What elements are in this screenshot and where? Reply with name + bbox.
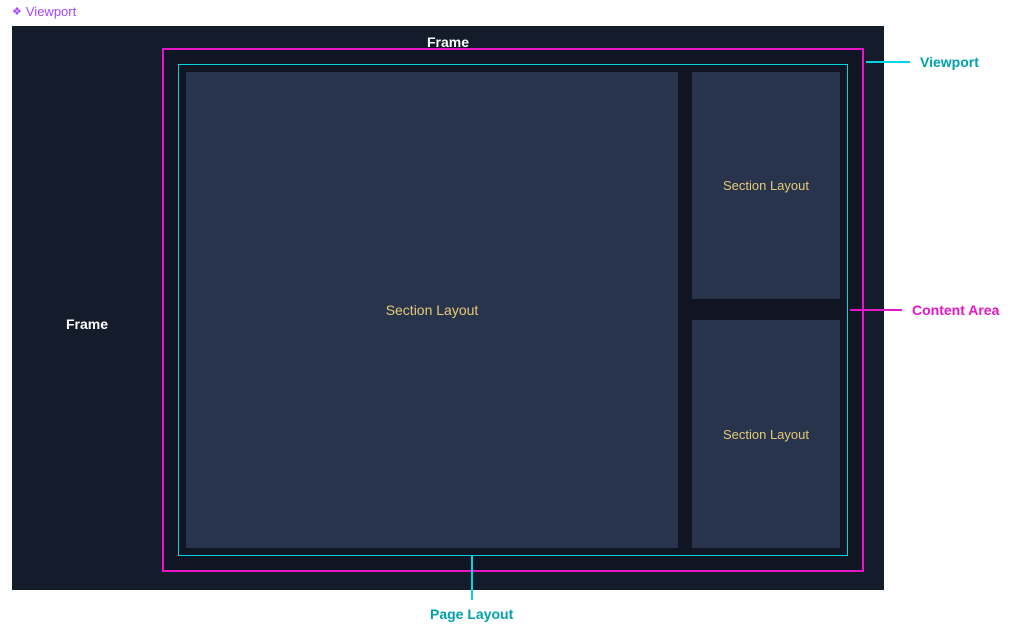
viewport-callout-label: Viewport xyxy=(920,54,979,70)
section-right2-label: Section Layout xyxy=(723,427,809,442)
content-area-callout-label: Content Area xyxy=(912,302,999,318)
page-layout-callout-label: Page Layout xyxy=(430,606,513,622)
section-right1-label: Section Layout xyxy=(723,178,809,193)
frame-left-label: Frame xyxy=(12,58,162,590)
section-main-label: Section Layout xyxy=(386,302,479,318)
diamond-icon: ❖ xyxy=(12,5,22,18)
callout-line xyxy=(850,309,902,311)
viewport-callout: Viewport xyxy=(866,54,979,70)
content-area-callout: Content Area xyxy=(850,302,999,318)
callout-line xyxy=(471,556,473,600)
section-layout-right-1: Section Layout xyxy=(692,72,840,299)
header-label: ❖ Viewport xyxy=(12,4,76,19)
section-layout-right-2: Section Layout xyxy=(692,320,840,548)
callout-line xyxy=(866,61,910,63)
section-layout-main: Section Layout xyxy=(186,72,678,548)
header-text: Viewport xyxy=(26,4,76,19)
page-layout-callout: Page Layout xyxy=(430,556,513,622)
